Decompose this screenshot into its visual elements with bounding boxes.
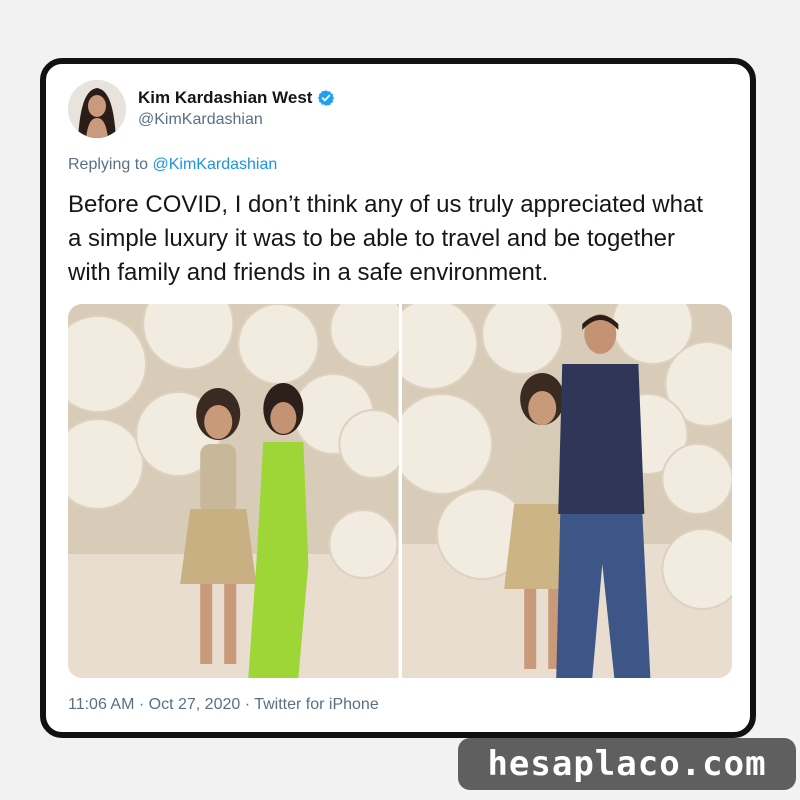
author-handle[interactable]: @KimKardashian bbox=[138, 111, 335, 129]
photo-2[interactable] bbox=[401, 304, 732, 678]
tweet-date[interactable]: Oct 27, 2020 bbox=[149, 696, 241, 713]
verified-badge-icon bbox=[317, 89, 335, 107]
tweet-meta: 11:06 AM · Oct 27, 2020 · Twitter for iP… bbox=[68, 696, 379, 714]
avatar[interactable] bbox=[68, 80, 126, 138]
reply-to-link[interactable]: @KimKardashian bbox=[153, 156, 278, 173]
tweet-header: Kim Kardashian West @KimKardashian bbox=[68, 80, 728, 140]
author-display-name[interactable]: Kim Kardashian West bbox=[138, 88, 312, 108]
tweet-media bbox=[68, 304, 732, 678]
meta-separator: · bbox=[244, 696, 251, 713]
watermark: hesaplaco.com bbox=[458, 738, 796, 790]
meta-separator: · bbox=[138, 696, 145, 713]
tweet-time[interactable]: 11:06 AM bbox=[68, 696, 134, 713]
reply-context: Replying to @KimKardashian bbox=[68, 156, 277, 174]
watermark-text: hesaplaco.com bbox=[487, 744, 767, 784]
tweet-source[interactable]: Twitter for iPhone bbox=[254, 696, 379, 713]
reply-prefix: Replying to bbox=[68, 156, 149, 173]
tweet-text: Before COVID, I don’t think any of us tr… bbox=[68, 191, 703, 286]
tweet-card[interactable]: Kim Kardashian West @KimKardashian Reply… bbox=[40, 58, 756, 738]
photo-1[interactable] bbox=[68, 304, 399, 678]
author-names: Kim Kardashian West @KimKardashian bbox=[138, 88, 335, 129]
